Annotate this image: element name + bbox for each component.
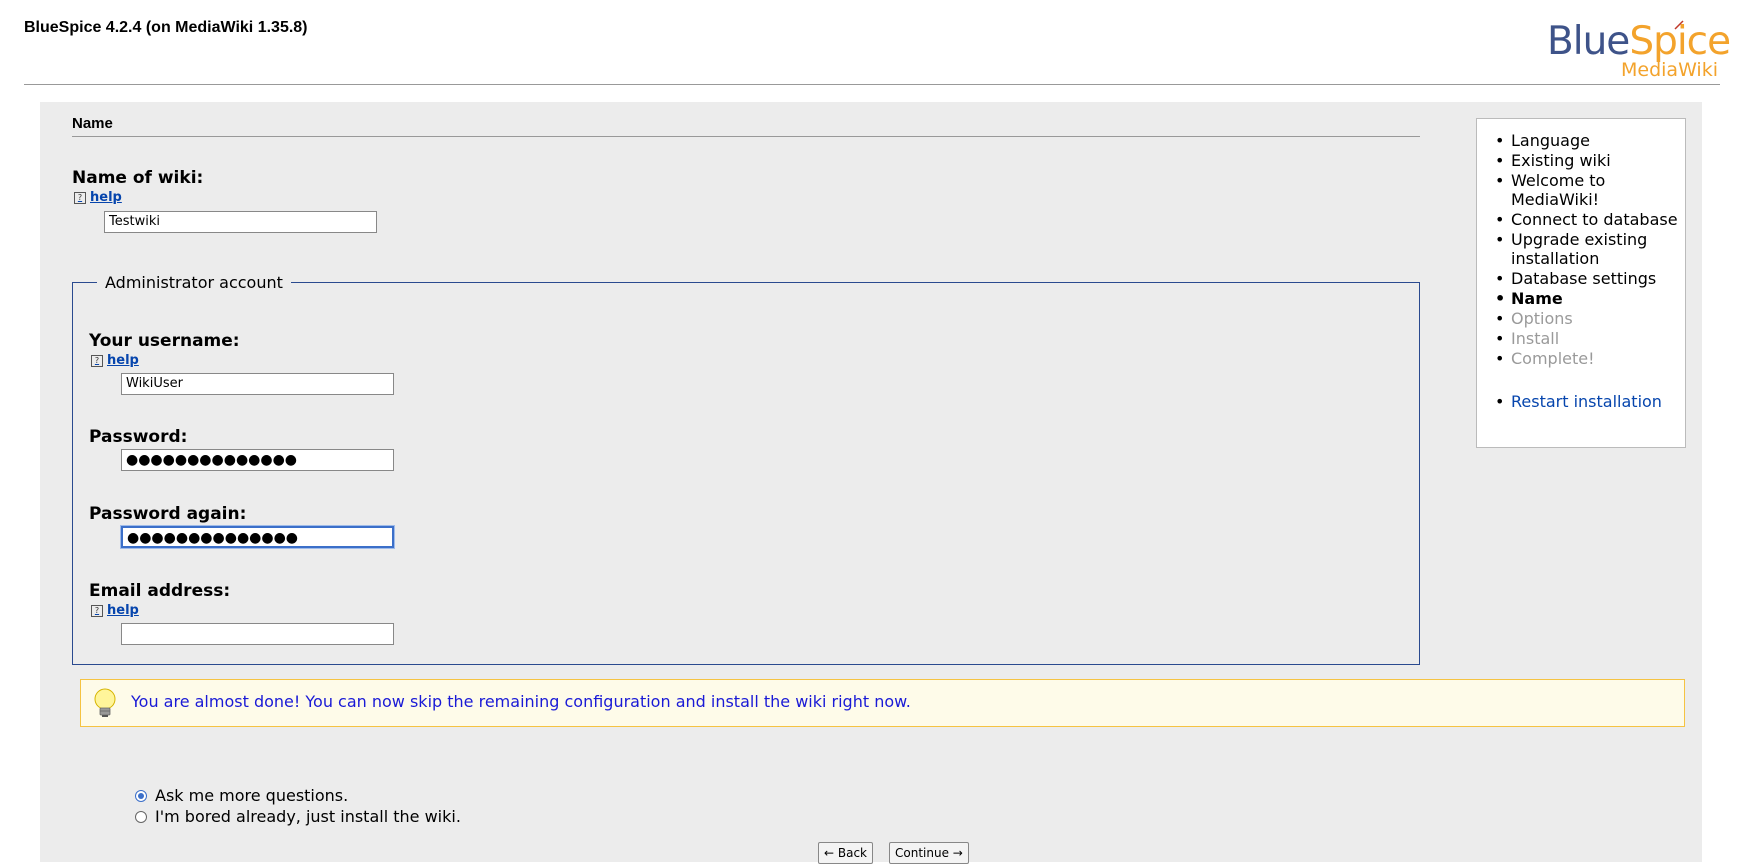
option-install-now-label: I'm bored already, just install the wiki… [155,807,461,826]
step-complete: Complete! [1495,349,1681,368]
notice-message: You are almost done! You can now skip th… [131,692,911,711]
help-label: help [107,353,139,368]
admin-account-fieldset [72,282,1420,665]
step-connect-db: Connect to database [1495,210,1681,229]
step-db-settings: Database settings [1495,269,1681,288]
admin-account-legend: Administrator account [97,273,291,292]
steps-list: Language Existing wiki Welcome to MediaW… [1495,131,1681,412]
section-divider [72,136,1420,137]
password-label: Password: [89,427,188,447]
header: BlueSpice 4.2.4 (on MediaWiki 1.35.8) Bl… [0,0,1743,90]
option-install-now[interactable]: I'm bored already, just install the wiki… [135,807,461,826]
email-label: Email address: [89,581,231,601]
header-divider [24,84,1720,85]
restart-installation-link[interactable]: Restart installation [1495,392,1681,411]
password-again-input[interactable]: ●●●●●●●●●●●●●● [121,526,394,548]
logo-blue-text: Blue [1547,19,1630,64]
step-install: Install [1495,329,1681,348]
installer-main: Name Name of wiki: ? help Testwiki Admini… [40,102,1702,864]
step-language: Language [1495,131,1681,150]
option-ask-more-label: Ask me more questions. [155,786,349,805]
step-options: Options [1495,309,1681,328]
username-help-link[interactable]: ? help [91,353,139,368]
bluespice-logo: BlueSpice MediaWiki [1544,16,1731,82]
password-input[interactable]: ●●●●●●●●●●●●●● [121,449,394,471]
help-label: help [107,603,139,618]
continue-button[interactable]: Continue → [889,842,969,864]
help-label: help [90,190,122,205]
password-again-label: Password again: [89,504,247,524]
wiki-name-help-link[interactable]: ? help [74,190,122,205]
version-title: BlueSpice 4.2.4 (on MediaWiki 1.35.8) [24,19,308,36]
radio-install-now[interactable] [135,810,147,823]
almost-done-notice: You are almost done! You can now skip th… [80,679,1685,727]
wiki-name-label: Name of wiki: [72,168,204,188]
lightbulb-icon [94,688,116,717]
radio-ask-more[interactable] [135,789,147,802]
step-welcome: Welcome to MediaWiki! [1495,171,1681,209]
logo-subtitle: MediaWiki [1621,59,1718,81]
help-icon: ? [91,354,103,367]
email-help-link[interactable]: ? help [91,603,139,618]
step-existing-wiki: Existing wiki [1495,151,1681,170]
step-upgrade: Upgrade existing installation [1495,230,1681,268]
help-icon: ? [74,191,86,204]
wiki-name-input[interactable]: Testwiki [104,211,377,233]
option-ask-more[interactable]: Ask me more questions. [135,786,348,805]
email-input[interactable] [121,623,394,645]
step-name: Name [1495,289,1681,308]
section-title: Name [72,115,113,132]
installer-steps-sidebar: Language Existing wiki Welcome to MediaW… [1476,118,1686,448]
logo-mark-icon [1674,20,1684,30]
username-input[interactable]: WikiUser [121,373,394,395]
help-icon: ? [91,604,103,617]
username-label: Your username: [89,331,240,351]
back-button[interactable]: ← Back [818,842,874,864]
